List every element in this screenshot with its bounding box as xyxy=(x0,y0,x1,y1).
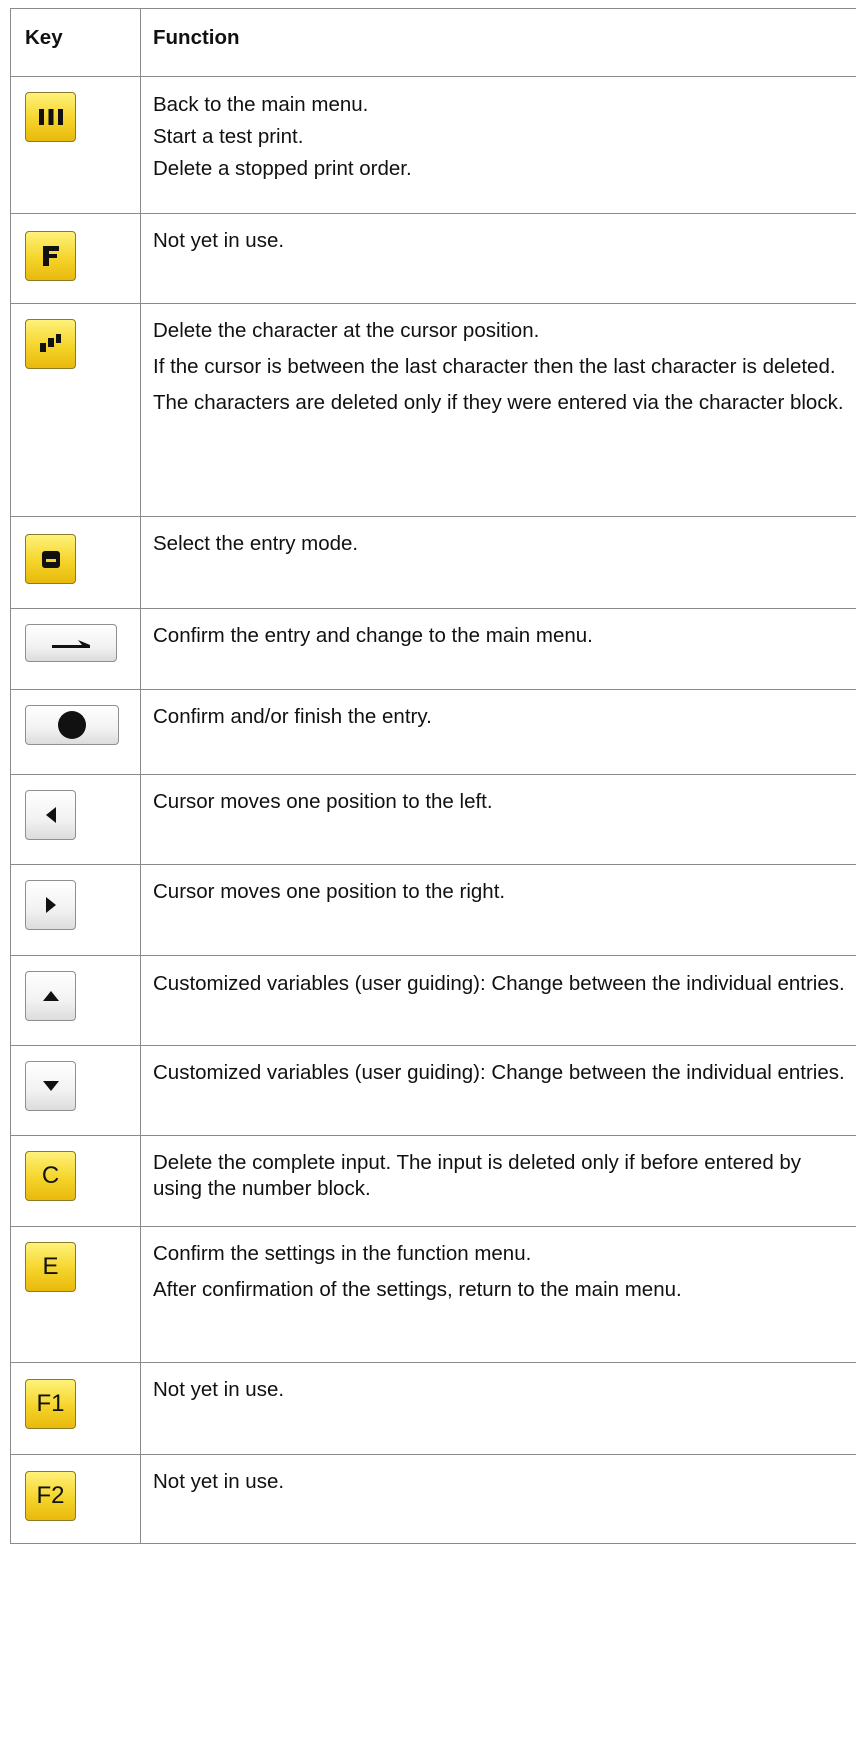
function-text: Delete a stopped print order. xyxy=(153,157,412,180)
three-bars-icon xyxy=(25,92,76,142)
enter-icon xyxy=(25,624,117,662)
f1-key-icon: F1 xyxy=(25,1379,76,1429)
table-row: E Confirm the settings in the function m… xyxy=(10,1226,856,1362)
arrow-up-icon xyxy=(25,971,76,1021)
table-row: Not yet in use. xyxy=(10,213,856,303)
table-row: Back to the main menu. Start a test prin… xyxy=(10,76,856,213)
function-text: Confirm and/or finish the entry. xyxy=(153,705,432,728)
table-row: Confirm the entry and change to the main… xyxy=(10,608,856,689)
function-text: Not yet in use. xyxy=(153,229,285,252)
arrow-down-icon xyxy=(25,1061,76,1111)
function-text: Delete the character at the cursor posit… xyxy=(153,319,540,342)
table-row: F2 Not yet in use. xyxy=(10,1454,856,1544)
function-text: Not yet in use. xyxy=(153,1470,285,1493)
f2-key-icon: F2 xyxy=(25,1471,76,1521)
function-text: Confirm the entry and change to the main… xyxy=(153,624,593,647)
table-row: Delete the character at the cursor posit… xyxy=(10,303,856,516)
table-row: Cursor moves one position to the right. xyxy=(10,864,856,955)
backspace-blocks-icon xyxy=(25,319,76,369)
function-text: Cursor moves one position to the left. xyxy=(153,790,493,813)
function-text: Confirm the settings in the function men… xyxy=(153,1242,532,1265)
function-text: Select the entry mode. xyxy=(153,532,359,555)
function-text: Cursor moves one position to the right. xyxy=(153,880,506,903)
table-row: Confirm and/or finish the entry. xyxy=(10,689,856,774)
c-key-icon: C xyxy=(25,1151,76,1201)
function-text: After confirmation of the settings, retu… xyxy=(153,1278,682,1301)
function-text: Not yet in use. xyxy=(153,1378,285,1401)
function-text: Customized variables (user guiding): Cha… xyxy=(153,1061,845,1084)
function-text: Start a test print. xyxy=(153,125,304,148)
header-function: Function xyxy=(153,26,240,49)
function-text: The characters are deleted only if they … xyxy=(153,391,844,414)
key-function-table: Key Function Back to the main menu. Star… xyxy=(10,8,856,1544)
table-row: C Delete the complete input. The input i… xyxy=(10,1135,856,1226)
table-row: Cursor moves one position to the left. xyxy=(10,774,856,864)
f-letter-icon xyxy=(25,231,76,281)
circle-icon xyxy=(25,705,119,745)
function-text: If the cursor is between the last charac… xyxy=(153,355,836,378)
table-row: Customized variables (user guiding): Cha… xyxy=(10,955,856,1045)
function-text: Delete the complete input. The input is … xyxy=(153,1151,802,1200)
arrow-right-icon xyxy=(25,880,76,930)
table-row: Select the entry mode. xyxy=(10,516,856,608)
arrow-left-icon xyxy=(25,790,76,840)
table-row: Customized variables (user guiding): Cha… xyxy=(10,1045,856,1135)
entry-mode-icon xyxy=(25,534,76,584)
function-text: Customized variables (user guiding): Cha… xyxy=(153,972,845,995)
header-key: Key xyxy=(25,26,63,49)
table-row: F1 Not yet in use. xyxy=(10,1362,856,1454)
e-key-icon: E xyxy=(25,1242,76,1292)
table-header-row: Key Function xyxy=(10,8,856,76)
function-text: Back to the main menu. xyxy=(153,93,369,116)
